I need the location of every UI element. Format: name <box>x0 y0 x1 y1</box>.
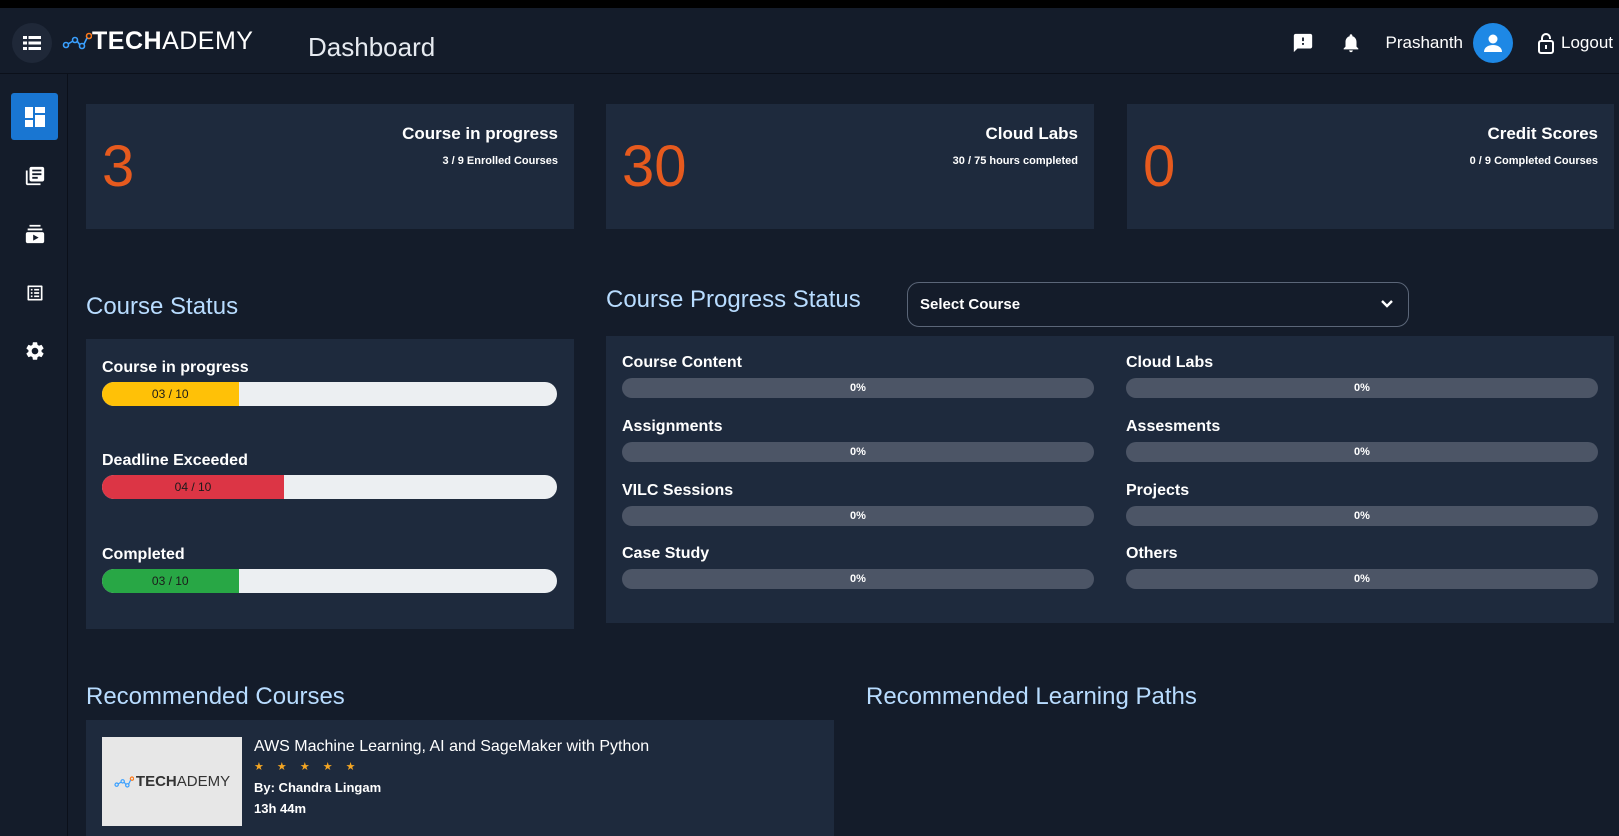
stat-title: Cloud Labs <box>985 124 1078 143</box>
progress-bar: 0% <box>1126 569 1598 589</box>
top-strip <box>0 0 1619 8</box>
sidebar-item-reports[interactable] <box>11 269 58 316</box>
progress-bar: 0% <box>1126 506 1598 526</box>
stat-subtitle: 0 / 9 Completed Courses <box>1469 155 1598 167</box>
course-status-card: Course in progress 03 / 10 Deadline Exce… <box>86 339 574 629</box>
status-label: Course in progress <box>102 359 249 376</box>
gear-icon <box>25 341 44 360</box>
logo-mark-icon <box>62 32 92 50</box>
status-bar-track: 03 / 10 <box>102 569 557 593</box>
logo-mark-icon <box>114 775 134 788</box>
dashboard-icon <box>24 106 45 127</box>
course-card[interactable]: TECHADEMY AWS Machine Learning, AI and S… <box>86 720 834 836</box>
progress-bar: 0% <box>622 442 1094 462</box>
status-label: Deadline Exceeded <box>102 452 248 469</box>
app-logo[interactable]: TECHADEMY <box>62 26 253 56</box>
feedback-button[interactable] <box>1290 30 1316 56</box>
progress-label: Cloud Labs <box>1126 354 1214 371</box>
progress-label: Assignments <box>622 418 723 435</box>
course-duration: 13h 44m <box>254 801 307 816</box>
stat-subtitle: 3 / 9 Enrolled Courses <box>442 155 558 167</box>
progress-label: Course Content <box>622 354 742 371</box>
course-select-value: Select Course <box>920 296 1021 313</box>
avatar[interactable] <box>1473 23 1513 63</box>
status-bar-fill: 03 / 10 <box>102 569 239 593</box>
stat-card-credit-scores: 0 Credit Scores 0 / 9 Completed Courses <box>1127 104 1614 229</box>
list-alt-icon <box>27 285 42 300</box>
library-books-icon <box>25 166 44 185</box>
course-author: By: Chandra Lingam <box>254 780 382 795</box>
course-progress-card: Course Content 0% Cloud Labs 0% Assignme… <box>606 336 1614 623</box>
menu-icon <box>23 35 41 51</box>
sidebar-item-dashboard[interactable] <box>11 93 58 140</box>
stat-card-cloud-labs: 30 Cloud Labs 30 / 75 hours completed <box>606 104 1094 229</box>
logout-label: Logout <box>1561 33 1613 52</box>
sidebar <box>0 74 68 836</box>
status-bar-fill: 04 / 10 <box>102 475 284 499</box>
stat-number: 0 <box>1143 134 1176 199</box>
subscriptions-icon <box>25 224 44 243</box>
stat-card-course-progress: 3 Course in progress 3 / 9 Enrolled Cour… <box>86 104 574 229</box>
chevron-down-icon <box>1381 300 1393 308</box>
course-thumbnail: TECHADEMY <box>102 737 242 826</box>
course-title[interactable]: AWS Machine Learning, AI and SageMaker w… <box>254 738 649 756</box>
progress-bar: 0% <box>1126 378 1598 398</box>
progress-bar: 0% <box>622 569 1094 589</box>
progress-bar: 0% <box>1126 442 1598 462</box>
progress-label: Assesments <box>1126 418 1221 435</box>
stat-title: Credit Scores <box>1487 124 1598 143</box>
progress-bar: 0% <box>622 378 1094 398</box>
user-name[interactable]: Prashanth <box>1386 33 1464 53</box>
progress-label: Case Study <box>622 545 710 562</box>
notifications-button[interactable] <box>1338 30 1364 56</box>
course-select[interactable]: Select Course <box>907 282 1409 327</box>
logout-button[interactable]: Logout <box>1537 32 1613 54</box>
stat-number: 3 <box>102 134 135 199</box>
status-bar-track: 03 / 10 <box>102 382 557 406</box>
page-title: Dashboard <box>308 32 436 62</box>
course-progress-title: Course Progress Status <box>606 286 861 313</box>
sidebar-item-courses[interactable] <box>11 152 58 199</box>
lock-icon <box>1538 33 1554 54</box>
sidebar-item-subscriptions[interactable] <box>11 210 58 257</box>
stat-title: Course in progress <box>402 124 558 143</box>
top-bar: TECHADEMY Dashboard Prashanth Logout <box>0 8 1619 74</box>
bell-icon <box>1343 34 1358 53</box>
logo-text: TECHADEMY <box>92 26 254 55</box>
thumbnail-logo-text: TECHADEMY <box>135 773 231 790</box>
status-label: Completed <box>102 546 185 563</box>
recommended-courses-title: Recommended Courses <box>86 683 345 710</box>
menu-button[interactable] <box>12 23 52 63</box>
progress-label: VILC Sessions <box>622 482 734 499</box>
star-rating: ★ ★ ★ ★ ★ <box>254 761 361 773</box>
progress-label: Others <box>1126 545 1178 562</box>
status-bar-fill: 03 / 10 <box>102 382 239 406</box>
sidebar-item-settings[interactable] <box>11 327 58 374</box>
course-status-title: Course Status <box>86 293 239 320</box>
user-icon <box>1484 34 1502 52</box>
progress-label: Projects <box>1126 482 1190 499</box>
progress-bar: 0% <box>622 506 1094 526</box>
status-bar-track: 04 / 10 <box>102 475 557 499</box>
stat-number: 30 <box>622 134 687 199</box>
recommended-paths-title: Recommended Learning Paths <box>866 683 1197 710</box>
feedback-icon <box>1293 33 1312 53</box>
stat-subtitle: 30 / 75 hours completed <box>952 155 1078 167</box>
